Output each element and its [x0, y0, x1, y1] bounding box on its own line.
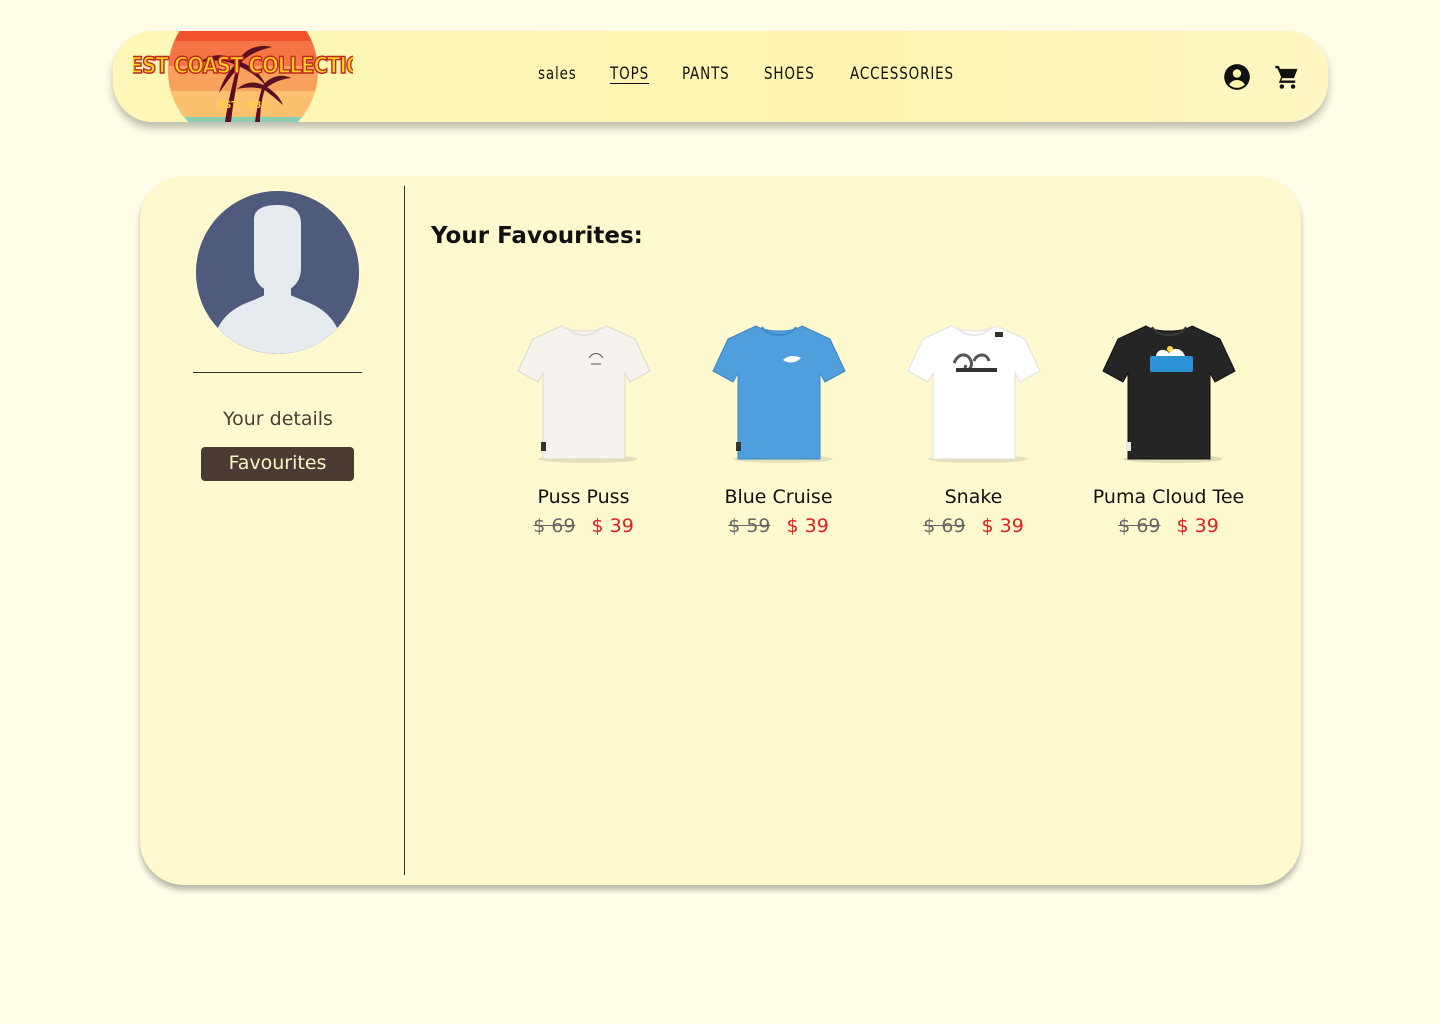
west-coast-logo[interactable]: WEST COAST COLLECTION EST. 1985	[133, 31, 353, 122]
product-card[interactable]: Puss Puss $ 69 $ 39	[486, 316, 681, 537]
original-price: $ 69	[923, 515, 966, 537]
product-name: Snake	[944, 486, 1003, 508]
original-price: $ 59	[728, 515, 771, 537]
logo-text: WEST COAST COLLECTION	[133, 54, 353, 79]
site-header: WEST COAST COLLECTION EST. 1985 sales TO…	[113, 31, 1328, 122]
product-card[interactable]: Blue Cruise $ 59 $ 39	[681, 316, 876, 537]
product-card[interactable]: Snake $ 69 $ 39	[876, 316, 1071, 537]
default-user-silhouette-icon	[196, 191, 359, 354]
sale-price: $ 39	[591, 515, 634, 537]
tshirt-image[interactable]	[899, 316, 1049, 466]
main-navigation: sales TOPS PANTS SHOES ACCESSORIES	[538, 64, 968, 84]
shopping-cart-icon[interactable]	[1273, 63, 1301, 91]
nav-accessories[interactable]: ACCESSORIES	[850, 64, 954, 84]
sidebar-divider	[193, 372, 362, 373]
price-row: $ 69 $ 39	[486, 515, 681, 537]
tshirt-image[interactable]	[704, 316, 854, 466]
nav-sales[interactable]: sales	[538, 64, 577, 84]
logo-subtext: EST. 1985	[219, 100, 268, 111]
favourites-button[interactable]: Favourites	[201, 447, 354, 481]
original-price: $ 69	[533, 515, 576, 537]
product-name: Puma Cloud Tee	[1092, 486, 1245, 508]
account-circle-icon[interactable]	[1223, 63, 1251, 91]
nav-tops[interactable]: TOPS	[610, 64, 649, 84]
sale-price: $ 39	[1176, 515, 1219, 537]
tshirt-image[interactable]	[1094, 316, 1244, 466]
product-card[interactable]: Puma Cloud Tee $ 69 $ 39	[1071, 316, 1266, 537]
favourites-grid: Puss Puss $ 69 $ 39 Blue Cruise $ 59 $ 3…	[486, 316, 1266, 537]
tshirt-image[interactable]	[509, 316, 659, 466]
price-row: $ 69 $ 39	[876, 515, 1071, 537]
favourites-title: Your Favourites:	[431, 223, 643, 249]
product-name: Puss Puss	[537, 486, 630, 508]
avatar	[196, 191, 359, 354]
your-details-link[interactable]: Your details	[202, 408, 354, 430]
account-panel: Your details Favourites Your Favourites:…	[140, 176, 1301, 885]
price-row: $ 69 $ 39	[1071, 515, 1266, 537]
original-price: $ 69	[1118, 515, 1161, 537]
product-name: Blue Cruise	[724, 486, 833, 508]
price-row: $ 59 $ 39	[681, 515, 876, 537]
vertical-divider	[404, 186, 405, 875]
nav-pants[interactable]: PANTS	[682, 64, 730, 84]
nav-shoes[interactable]: SHOES	[764, 64, 815, 84]
sale-price: $ 39	[981, 515, 1024, 537]
sale-price: $ 39	[786, 515, 829, 537]
